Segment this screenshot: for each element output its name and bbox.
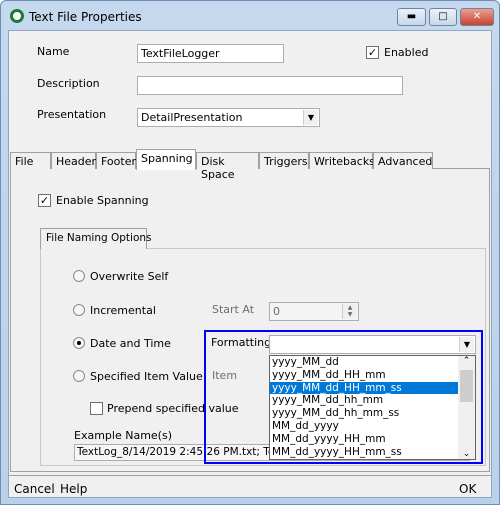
tab-file[interactable]: File bbox=[10, 152, 51, 169]
presentation-value: DetailPresentation bbox=[141, 111, 243, 124]
overwrite-self-radio[interactable] bbox=[73, 270, 85, 282]
name-input[interactable]: TextFileLogger bbox=[137, 44, 284, 63]
footer-divider bbox=[9, 475, 491, 476]
specified-item-value-radio[interactable] bbox=[73, 370, 85, 382]
chevron-down-icon[interactable]: ▼ bbox=[303, 110, 318, 125]
tab-triggers[interactable]: Triggers bbox=[259, 152, 309, 169]
specified-item-value-label: Specified Item Value bbox=[90, 370, 203, 383]
tab-header[interactable]: Header bbox=[51, 152, 96, 169]
presentation-select[interactable]: DetailPresentation ▼ bbox=[137, 108, 320, 127]
tab-advanced[interactable]: Advanced bbox=[373, 152, 433, 169]
description-label: Description bbox=[37, 77, 100, 90]
help-button[interactable]: Help bbox=[60, 482, 87, 496]
incremental-radio[interactable] bbox=[73, 304, 85, 316]
enable-spanning-label: Enable Spanning bbox=[56, 194, 149, 207]
tab-file-naming-options[interactable]: File Naming Options bbox=[40, 228, 152, 249]
maximize-button[interactable]: □ bbox=[429, 8, 457, 26]
tab-footer[interactable]: Footer bbox=[96, 152, 136, 169]
date-and-time-radio[interactable] bbox=[73, 337, 85, 349]
presentation-label: Presentation bbox=[37, 108, 107, 121]
enable-spanning-checkbox[interactable]: ✓ bbox=[38, 194, 51, 207]
start-at-label: Start At bbox=[212, 303, 255, 316]
spinner-arrows-icon[interactable]: ▲ ▼ bbox=[342, 304, 357, 319]
description-input[interactable] bbox=[137, 76, 403, 95]
enabled-label: Enabled bbox=[384, 46, 429, 59]
date-and-time-label: Date and Time bbox=[90, 337, 171, 350]
highlight-box bbox=[204, 330, 483, 464]
tab-spanning[interactable]: Spanning bbox=[136, 149, 196, 170]
prepend-checkbox[interactable] bbox=[90, 402, 103, 415]
name-label: Name bbox=[37, 45, 70, 58]
start-at-value: 0 bbox=[273, 305, 280, 318]
cancel-button[interactable]: Cancel bbox=[14, 482, 55, 496]
minimize-button[interactable]: ▬ bbox=[397, 8, 426, 26]
incremental-label: Incremental bbox=[90, 304, 156, 317]
overwrite-self-label: Overwrite Self bbox=[90, 270, 169, 283]
close-button[interactable]: ✕ bbox=[460, 8, 494, 26]
tab-writebacks[interactable]: Writebacks bbox=[309, 152, 375, 169]
app-icon bbox=[10, 9, 24, 23]
window-title: Text File Properties bbox=[29, 10, 142, 24]
example-names-label: Example Name(s) bbox=[74, 429, 172, 442]
ok-button[interactable]: OK bbox=[459, 482, 476, 496]
enabled-checkbox[interactable]: ✓ bbox=[366, 46, 379, 59]
tab-disk-space[interactable]: Disk Space bbox=[196, 152, 259, 181]
start-at-spinner[interactable]: 0 ▲ ▼ bbox=[269, 302, 359, 321]
